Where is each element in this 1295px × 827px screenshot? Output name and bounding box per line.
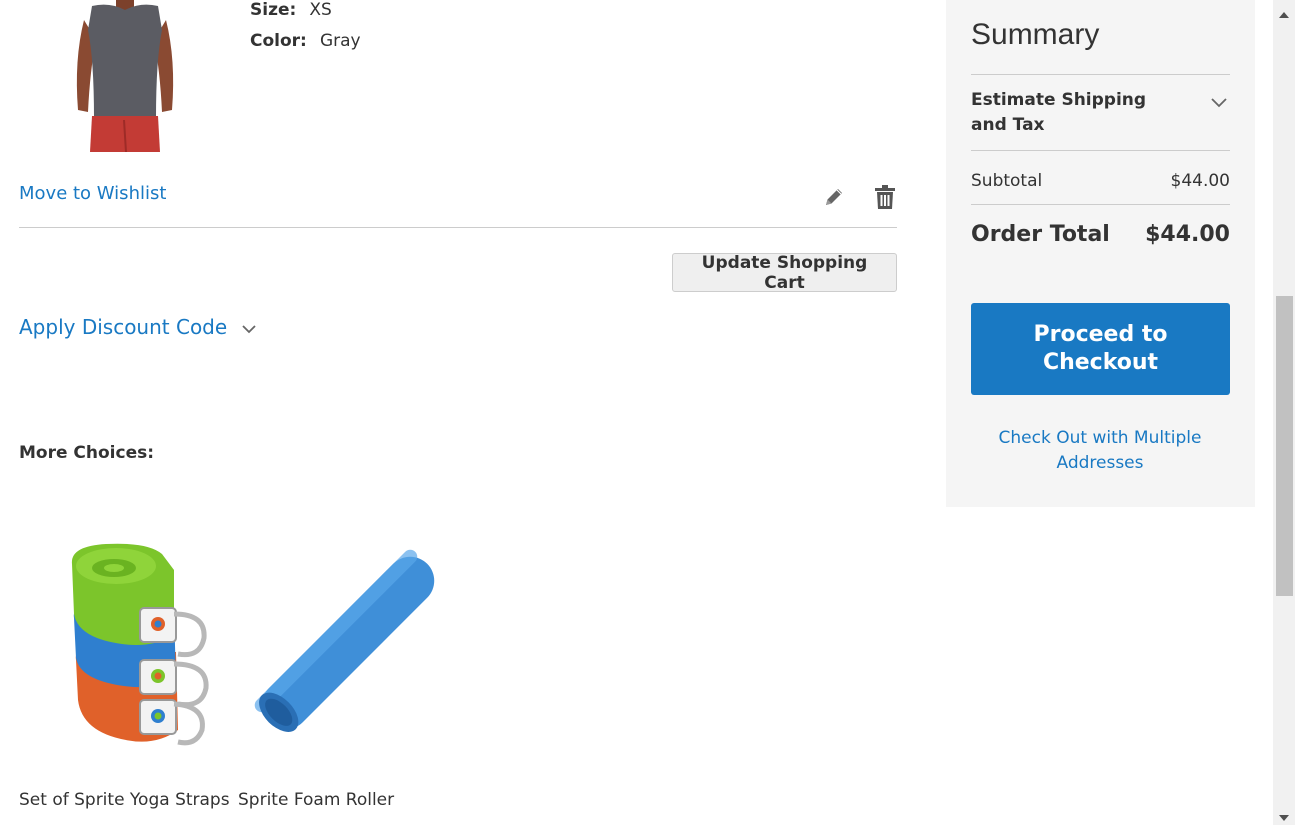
summary-divider: [971, 150, 1230, 151]
apply-discount-toggle[interactable]: Apply Discount Code: [19, 315, 257, 339]
product-name-foam-roller[interactable]: Sprite Foam Roller: [238, 790, 394, 810]
estimate-shipping-toggle[interactable]: Estimate Shipping and Tax: [971, 88, 1181, 138]
checkout-multiple-addresses-link[interactable]: Check Out with Multiple Addresses: [980, 426, 1220, 476]
pencil-icon[interactable]: [822, 185, 846, 209]
scroll-up-arrow-icon[interactable]: [1278, 5, 1290, 18]
option-color-value: Gray: [319, 31, 361, 51]
summary-divider: [971, 204, 1230, 205]
chevron-down-icon[interactable]: [241, 315, 257, 339]
trash-icon[interactable]: [874, 184, 896, 210]
yoga-straps-image[interactable]: [66, 540, 214, 750]
option-size: Size: XS: [250, 0, 332, 20]
scrollbar-thumb[interactable]: [1276, 296, 1293, 596]
proceed-to-checkout-button[interactable]: Proceed to Checkout: [971, 303, 1230, 395]
scroll-down-arrow-icon[interactable]: [1278, 808, 1290, 821]
apply-discount-label[interactable]: Apply Discount Code: [19, 315, 227, 339]
order-total-label: Order Total: [971, 222, 1110, 247]
option-size-label: Size:: [250, 0, 297, 20]
option-color-label: Color:: [250, 31, 307, 51]
subtotal-label: Subtotal: [971, 171, 1043, 191]
option-size-value: XS: [309, 0, 332, 20]
product-name-yoga-straps[interactable]: Set of Sprite Yoga Straps: [19, 790, 230, 810]
move-to-wishlist-link[interactable]: Move to Wishlist: [19, 183, 166, 204]
summary-title: Summary: [971, 18, 1100, 51]
option-color: Color: Gray: [250, 31, 361, 51]
summary-divider: [971, 74, 1230, 75]
chevron-down-icon[interactable]: [1210, 93, 1228, 108]
order-total-value: $44.00: [1145, 222, 1230, 247]
cart-divider: [19, 227, 897, 228]
update-shopping-cart-button[interactable]: Update Shopping Cart: [672, 253, 897, 293]
foam-roller-image[interactable]: [248, 548, 448, 738]
subtotal-value: $44.00: [1170, 171, 1230, 191]
product-image[interactable]: [70, 0, 180, 153]
more-choices-title: More Choices:: [19, 443, 155, 463]
